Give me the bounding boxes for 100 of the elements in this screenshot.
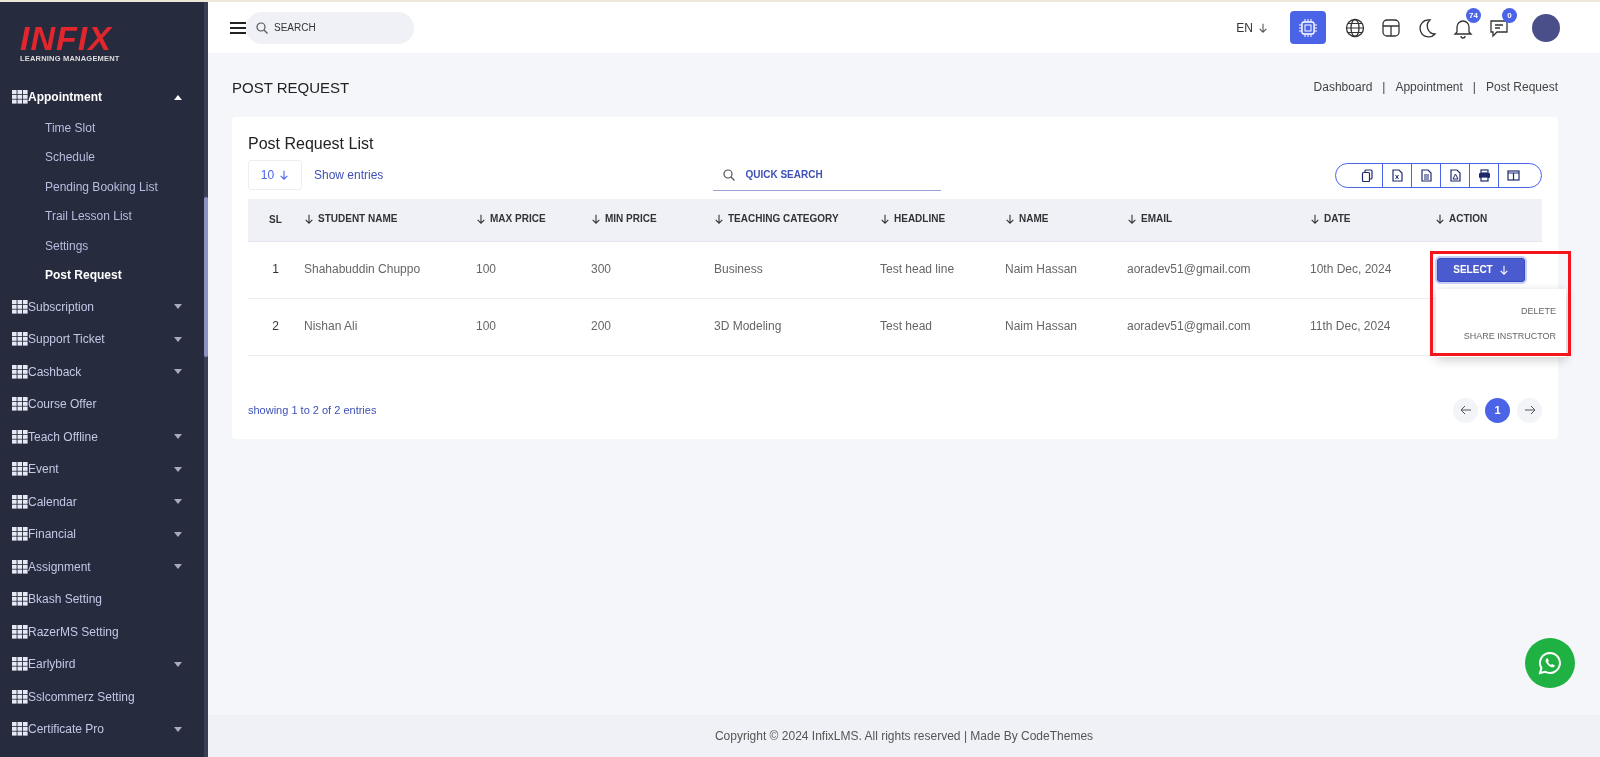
printer-icon <box>1477 168 1491 182</box>
grid-icon <box>12 494 28 509</box>
grid-icon <box>12 90 28 105</box>
search-field[interactable]: SEARCH <box>246 11 414 44</box>
sidebar-item[interactable]: Course Offer <box>0 388 204 421</box>
sidebar-item[interactable]: Support Ticket <box>0 323 204 356</box>
columns-icon <box>1506 168 1520 182</box>
chip-button[interactable] <box>1290 11 1326 44</box>
sidebar-item[interactable]: Event <box>0 453 204 486</box>
show-entries-label: Show entries <box>314 168 384 182</box>
arrow-down-icon <box>1498 263 1509 276</box>
sidebar-item[interactable]: Sslcommerz Setting <box>0 680 204 713</box>
menu-item[interactable]: DELETE <box>1436 298 1556 324</box>
table-cell: Business <box>714 262 763 276</box>
arrow-right-icon <box>1523 405 1536 415</box>
grid-icon <box>12 624 28 639</box>
table-cell: Naim Hassan <box>1005 319 1078 333</box>
breadcrumb-separator: | <box>1382 80 1386 94</box>
language-selector[interactable]: EN <box>1236 20 1268 35</box>
sidebar-item[interactable]: Assignment <box>0 550 204 583</box>
column-header[interactable]: NAME <box>1005 212 1049 225</box>
breadcrumb-link[interactable]: Appointment <box>1395 80 1463 94</box>
breadcrumb-link[interactable]: Dashboard <box>1313 80 1373 94</box>
sidebar-item[interactable]: Appointment <box>0 81 204 114</box>
page-size-select[interactable]: 10 <box>248 160 302 190</box>
copyright-text: Copyright © 2024 InfixLMS. All rights reserved | Made By CodeThemes <box>208 715 1600 757</box>
grid-icon <box>12 429 28 444</box>
grid-icon <box>12 462 28 477</box>
grid-icon <box>12 689 28 704</box>
table-cell: Test head line <box>880 262 955 276</box>
grid-icon <box>12 364 28 379</box>
table-cell: aoradev51@gmail.com <box>1127 262 1251 276</box>
grid-icon <box>12 657 28 672</box>
logo-text: INFIX <box>20 22 112 54</box>
table-cell: Nishan Ali <box>304 319 358 333</box>
sidebar-item[interactable]: Financial <box>0 518 204 551</box>
column-header[interactable]: EMAIL <box>1127 212 1173 225</box>
layout-icon <box>1380 16 1402 39</box>
sidebar-subitem[interactable]: Schedule <box>0 143 204 173</box>
table-cell: 100 <box>476 262 497 276</box>
column-header[interactable]: ACTION <box>1435 212 1488 225</box>
sidebar-item[interactable]: Subscription <box>0 290 204 323</box>
sidebar-subitem[interactable]: Time Slot <box>0 113 204 143</box>
column-header[interactable]: DATE <box>1310 212 1351 225</box>
document-icon <box>1419 168 1433 182</box>
notification-badge: 74 <box>1466 7 1481 23</box>
sidebar-subitem[interactable]: Settings <box>0 231 204 261</box>
page-title: POST REQUEST <box>232 78 350 96</box>
page-button[interactable]: 1 <box>1485 397 1510 423</box>
whatsapp-button[interactable] <box>1525 638 1575 688</box>
grid-icon <box>12 722 28 737</box>
table-cell: 3D Modeling <box>714 319 782 333</box>
breadcrumb-link[interactable]: Post Request <box>1485 80 1558 94</box>
message-badge: 0 <box>1502 7 1517 23</box>
sidebar-item[interactable]: Certificate Pro <box>0 713 204 746</box>
chat-bubble-icon <box>1538 651 1562 675</box>
table-cell: Test head <box>880 319 933 333</box>
column-header[interactable]: SL <box>269 214 282 226</box>
menu-item[interactable]: SHARE INSTRUCTOR <box>1436 323 1556 349</box>
search-icon <box>723 169 736 181</box>
sidebar-item[interactable]: Cashback <box>0 355 204 388</box>
table-cell: Shahabuddin Chuppo <box>304 262 421 276</box>
table-cell: 10th Dec, 2024 <box>1310 262 1392 276</box>
column-header[interactable]: STUDENT NAME <box>304 212 398 225</box>
grid-icon <box>12 559 28 574</box>
sidebar-subitem[interactable]: Post Request <box>0 261 204 291</box>
arrow-down-icon <box>1258 21 1268 34</box>
table-cell: Naim Hassan <box>1005 262 1078 276</box>
column-header[interactable]: HEADLINE <box>880 212 946 225</box>
grid-icon <box>12 592 28 607</box>
grid-icon <box>12 527 28 542</box>
scrollbar-thumb[interactable] <box>204 197 208 357</box>
entries-info: showing 1 to 2 of 2 entries <box>248 404 377 416</box>
avatar[interactable] <box>1532 13 1560 42</box>
sidebar-item[interactable]: Earlybird <box>0 648 204 681</box>
spreadsheet-file-icon <box>1390 168 1404 182</box>
column-header[interactable]: MIN PRICE <box>591 212 657 225</box>
copy-icon <box>1361 168 1374 182</box>
table-cell: 100 <box>476 319 497 333</box>
card-title: Post Request List <box>248 135 375 153</box>
sidebar-subitem[interactable]: Trail Lesson List <box>0 202 204 232</box>
arrow-down-icon <box>279 169 290 181</box>
arrow-left-icon <box>1459 405 1472 415</box>
grid-icon <box>12 332 28 347</box>
sidebar-item[interactable]: Calendar <box>0 485 204 518</box>
menu-icon <box>230 20 246 35</box>
pdf-file-icon <box>1448 168 1462 182</box>
table-cell: 2 <box>272 319 279 333</box>
column-header[interactable]: MAX PRICE <box>476 212 546 225</box>
chip-icon <box>1298 17 1318 38</box>
table-cell: 200 <box>591 319 612 333</box>
sidebar-item[interactable]: Bkash Setting <box>0 583 204 616</box>
search-icon <box>256 21 268 34</box>
sidebar-item[interactable]: RazerMS Setting <box>0 615 204 648</box>
sidebar-item[interactable]: Teach Offline <box>0 420 204 453</box>
select-button[interactable]: SELECT <box>1437 257 1525 282</box>
breadcrumb-separator: | <box>1472 80 1476 94</box>
sidebar-subitem[interactable]: Pending Booking List <box>0 172 204 202</box>
table-cell: 1 <box>272 262 279 276</box>
moon-icon <box>1416 16 1438 39</box>
